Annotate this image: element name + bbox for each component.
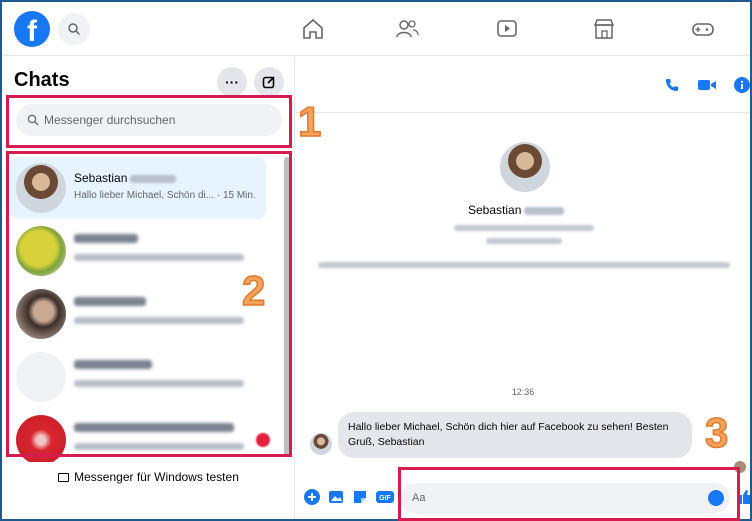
compose-icon	[262, 76, 275, 89]
redacted-surname	[524, 206, 565, 215]
gaming-icon[interactable]	[690, 16, 716, 42]
conversation-header	[296, 57, 750, 113]
redacted-profile-info	[318, 262, 730, 268]
video-call-icon[interactable]	[697, 77, 717, 93]
gif-icon[interactable]: GIF	[376, 489, 394, 505]
redacted-profile-info	[454, 225, 594, 231]
message-timestamp: 12:36	[511, 387, 535, 397]
highlight-box-1	[6, 95, 292, 148]
profile-avatar[interactable]	[500, 142, 550, 192]
monitor-icon	[58, 473, 70, 482]
top-navbar: f	[2, 2, 750, 56]
messenger-windows-button[interactable]: Messenger für Windows testen	[2, 457, 295, 497]
annotation-number-1: 1	[297, 98, 322, 145]
more-icon: ···	[225, 74, 239, 90]
more-options-button[interactable]: ···	[217, 67, 247, 97]
home-icon[interactable]	[300, 16, 326, 42]
message-bubble[interactable]: Hallo lieber Michael, Schön dich hier au…	[338, 412, 692, 458]
friends-icon[interactable]	[394, 16, 420, 42]
highlight-box-3	[398, 467, 740, 521]
redacted-profile-info	[486, 238, 562, 244]
info-icon[interactable]	[734, 77, 750, 93]
sticker-icon[interactable]	[352, 489, 368, 505]
conversation-panel: Sebastian 12:36 Hallo lieber Michael, Sc…	[296, 57, 750, 519]
annotation-number-3: 3	[704, 409, 729, 456]
watch-icon[interactable]	[494, 16, 520, 42]
sender-avatar	[310, 433, 332, 455]
marketplace-icon[interactable]	[591, 16, 617, 42]
svg-text:GIF: GIF	[379, 495, 391, 502]
search-button[interactable]	[58, 13, 90, 45]
annotation-number-2: 2	[241, 267, 266, 314]
facebook-logo[interactable]: f	[14, 11, 50, 47]
plus-icon[interactable]	[304, 489, 320, 505]
profile-name: Sebastian	[468, 203, 565, 217]
chats-title: Chats	[14, 69, 70, 91]
image-icon[interactable]	[328, 489, 344, 505]
call-icon[interactable]	[664, 77, 680, 93]
search-icon	[68, 23, 81, 36]
new-message-button[interactable]	[254, 67, 284, 97]
